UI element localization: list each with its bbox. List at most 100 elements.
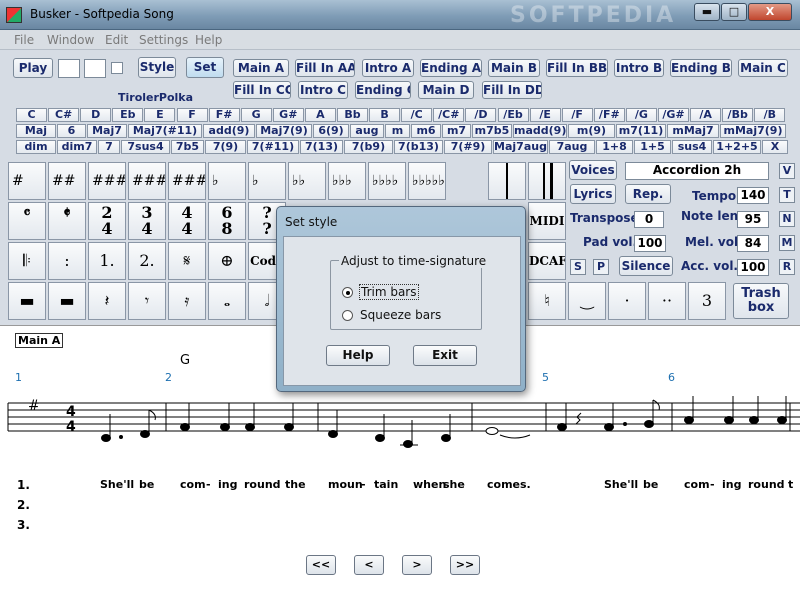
- close-button[interactable]: X: [748, 3, 792, 21]
- repeat-symbol-button[interactable]: 𝄋: [168, 242, 206, 280]
- repeat-symbol-button[interactable]: :: [48, 242, 86, 280]
- section-main-a[interactable]: Main A: [233, 59, 289, 77]
- chord-root-a[interactable]: A: [304, 108, 336, 122]
- section-intro-b[interactable]: Intro B: [614, 59, 664, 77]
- chord-type-m7-11[interactable]: m7(11): [616, 124, 666, 138]
- squeeze-bars-label[interactable]: Squeeze bars: [360, 308, 441, 322]
- lyric-syllable[interactable]: she: [443, 478, 465, 491]
- style-button[interactable]: Style: [138, 57, 176, 78]
- chord-type-mmaj7-9[interactable]: mMaj7(9): [720, 124, 786, 138]
- lyrics-button[interactable]: Lyrics: [570, 184, 616, 204]
- chord-root-csharp[interactable]: /C#: [433, 108, 465, 122]
- chord-type-add-9[interactable]: add(9): [203, 124, 255, 138]
- side-button-n[interactable]: N: [779, 211, 795, 227]
- key-signature-button[interactable]: ##: [48, 162, 86, 200]
- chord-root-d[interactable]: /D: [465, 108, 497, 122]
- silence-button[interactable]: Silence: [619, 256, 673, 276]
- loop-checkbox[interactable]: [111, 62, 123, 74]
- chord-type-mmaj7[interactable]: mMaj7: [667, 124, 719, 138]
- chord-symbol[interactable]: G: [180, 353, 190, 368]
- chord-root-b[interactable]: /B: [754, 108, 786, 122]
- menu-help[interactable]: Help: [195, 33, 222, 47]
- section-ending-b[interactable]: Ending B: [670, 59, 732, 77]
- articulation-button[interactable]: 3: [688, 282, 726, 320]
- dcaf-button[interactable]: DCAF: [528, 242, 566, 280]
- chord-type-1-5[interactable]: 1+5: [634, 140, 671, 154]
- next-page-button[interactable]: >: [402, 555, 432, 575]
- section-fill-in-bb[interactable]: Fill In BB: [546, 59, 608, 77]
- lyric-syllable[interactable]: She'll: [604, 478, 638, 491]
- note-rest-button[interactable]: 𝄾: [128, 282, 166, 320]
- solo-button[interactable]: S: [570, 259, 586, 275]
- lyric-syllable[interactable]: t: [788, 478, 793, 491]
- articulation-button[interactable]: ‿: [568, 282, 606, 320]
- chord-root-bb[interactable]: /Bb: [722, 108, 754, 122]
- chord-type-maj7-sharp11[interactable]: Maj7(#11): [128, 124, 202, 138]
- squeeze-bars-radio[interactable]: [342, 310, 353, 321]
- articulation-button[interactable]: ··: [648, 282, 686, 320]
- note-len-field[interactable]: 95: [737, 211, 769, 228]
- voice-name-field[interactable]: Accordion 2h: [625, 162, 769, 180]
- chord-type-maj7[interactable]: Maj7: [87, 124, 127, 138]
- measure-from-field[interactable]: [58, 59, 80, 78]
- chord-type-maj7-9[interactable]: Maj7(9): [256, 124, 312, 138]
- key-signature-button[interactable]: ♭♭♭: [328, 162, 366, 200]
- lyric-syllable[interactable]: round: [244, 478, 281, 491]
- chord-root-gsharp[interactable]: /G#: [658, 108, 689, 122]
- repeat-symbol-button[interactable]: 2.: [128, 242, 166, 280]
- chord-type-7-13[interactable]: 7(13): [300, 140, 343, 154]
- chord-type-sus4[interactable]: sus4: [672, 140, 712, 154]
- chord-type-x[interactable]: X: [762, 140, 788, 154]
- lyric-syllable[interactable]: -: [206, 478, 211, 491]
- chord-type-7-sharp9[interactable]: 7(#9): [444, 140, 492, 154]
- double-barline-button[interactable]: [528, 162, 566, 200]
- chord-root-eb[interactable]: Eb: [112, 108, 144, 122]
- time-signature-button[interactable]: 𝄵: [48, 202, 86, 240]
- note-rest-button[interactable]: 𝅝: [208, 282, 246, 320]
- rep-button[interactable]: Rep.: [625, 184, 671, 204]
- section-intro-c[interactable]: Intro C: [298, 81, 348, 99]
- tempo-field[interactable]: 140: [737, 187, 769, 204]
- time-signature-button[interactable]: 3 4: [128, 202, 166, 240]
- chord-root-c[interactable]: C: [16, 108, 47, 122]
- key-signature-button[interactable]: ♭: [208, 162, 246, 200]
- chord-type-dim[interactable]: dim: [16, 140, 56, 154]
- key-signature-button[interactable]: ####: [128, 162, 166, 200]
- trim-bars-radio[interactable]: [342, 287, 353, 298]
- time-signature-button[interactable]: 𝄴: [8, 202, 46, 240]
- last-page-button[interactable]: >>: [450, 555, 480, 575]
- chord-root-c[interactable]: /C: [401, 108, 433, 122]
- chord-root-fsharp[interactable]: F#: [208, 108, 240, 122]
- chord-type-aug[interactable]: aug: [350, 124, 384, 138]
- lyric-syllable[interactable]: when: [413, 478, 446, 491]
- chord-type-6-9[interactable]: 6(9): [313, 124, 349, 138]
- menu-window[interactable]: Window: [47, 33, 94, 47]
- side-button-m[interactable]: M: [779, 235, 795, 251]
- minimize-button[interactable]: ▬: [694, 3, 720, 21]
- chord-type-dim7[interactable]: dim7: [57, 140, 97, 154]
- key-signature-button[interactable]: ♭♭♭♭: [368, 162, 406, 200]
- chord-root-bb[interactable]: Bb: [337, 108, 368, 122]
- side-button-v[interactable]: V: [779, 163, 795, 179]
- chord-type-maj[interactable]: Maj: [16, 124, 56, 138]
- chord-type-7-sharp11[interactable]: 7(#11): [247, 140, 299, 154]
- lyric-syllable[interactable]: round: [748, 478, 785, 491]
- prev-page-button[interactable]: <: [354, 555, 384, 575]
- section-fill-in-aa[interactable]: Fill In AA: [295, 59, 355, 77]
- key-signature-button[interactable]: ###: [88, 162, 126, 200]
- lyric-syllable[interactable]: She'll: [100, 478, 134, 491]
- note-rest-button[interactable]: 𝄿: [168, 282, 206, 320]
- chord-type-m6[interactable]: m6: [411, 124, 441, 138]
- chord-type-7-b13[interactable]: 7(b13): [394, 140, 443, 154]
- notes[interactable]: [101, 396, 787, 448]
- lyric-syllable[interactable]: be: [139, 478, 154, 491]
- repeat-symbol-button[interactable]: 𝄆: [8, 242, 46, 280]
- lyric-syllable[interactable]: tain: [374, 478, 398, 491]
- section-fill-in-cc[interactable]: Fill In CC: [233, 81, 291, 99]
- measure-to-field[interactable]: [84, 59, 106, 78]
- lyric-syllable[interactable]: the: [285, 478, 306, 491]
- chord-type-m-9[interactable]: m(9): [568, 124, 615, 138]
- chord-root-csharp[interactable]: C#: [48, 108, 80, 122]
- section-ending-a[interactable]: Ending A: [420, 59, 482, 77]
- chord-type-1-8[interactable]: 1+8: [596, 140, 633, 154]
